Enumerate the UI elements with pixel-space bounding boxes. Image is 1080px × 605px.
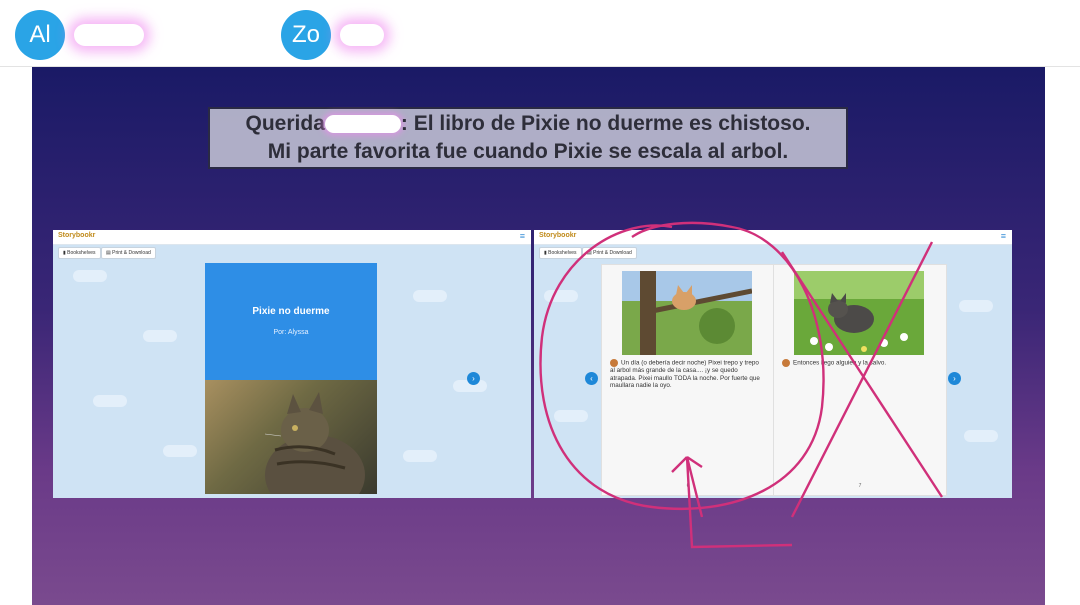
video-call-header: Al Zo: [0, 0, 1080, 67]
redacted-name: [74, 24, 144, 46]
ink-cross-annotation: [780, 241, 944, 518]
redacted-name: [340, 24, 384, 46]
ink-circle-annotation: [539, 221, 825, 511]
avatar-initials: Zo: [291, 21, 320, 48]
participant-avatar-zo[interactable]: Zo: [281, 10, 331, 60]
participant-avatar-al[interactable]: Al: [15, 10, 65, 60]
avatar-initials: Al: [29, 21, 51, 48]
annotation-ink-layer: [539, 221, 944, 549]
shared-slide: Querida: El libro de Pixie no duerme es …: [32, 67, 1045, 605]
